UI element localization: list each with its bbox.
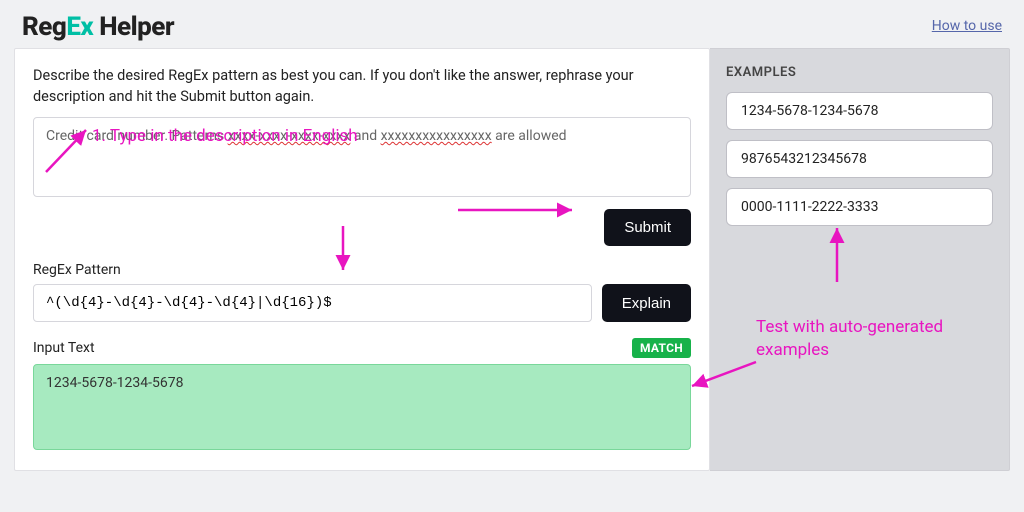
desc-prefix: Credit card number. Patterns bbox=[46, 128, 228, 144]
logo-ex: Ex bbox=[66, 12, 93, 42]
submit-button[interactable]: Submit bbox=[604, 209, 691, 246]
pattern-label: RegEx Pattern bbox=[33, 262, 691, 278]
description-input[interactable]: Credit card number. Patterns xxxx-xxxx-x… bbox=[33, 117, 691, 197]
input-text-area[interactable]: 1234-5678-1234-5678 bbox=[33, 364, 691, 450]
desc-suffix: are allowed bbox=[492, 128, 567, 144]
logo-helper: Helper bbox=[93, 12, 174, 42]
example-item[interactable]: 9876543212345678 bbox=[726, 140, 993, 178]
app-logo: RegEx Helper bbox=[22, 12, 174, 42]
explain-button[interactable]: Explain bbox=[602, 284, 691, 322]
desc-pattern2: xxxxxxxxxxxxxxxx bbox=[381, 128, 492, 144]
input-text-label: Input Text bbox=[33, 340, 95, 356]
desc-pattern1: xxxx-xxxx-xxxx-xxxx bbox=[228, 128, 351, 144]
examples-panel: EXAMPLES 1234-5678-1234-5678 98765432123… bbox=[710, 48, 1010, 471]
examples-heading: EXAMPLES bbox=[726, 65, 993, 80]
example-item[interactable]: 1234-5678-1234-5678 bbox=[726, 92, 993, 130]
desc-mid: and bbox=[350, 128, 380, 144]
instructions-text: Describe the desired RegEx pattern as be… bbox=[33, 65, 691, 107]
logo-reg: Reg bbox=[22, 12, 66, 42]
how-to-use-link[interactable]: How to use bbox=[932, 18, 1002, 34]
main-panel: Describe the desired RegEx pattern as be… bbox=[14, 48, 710, 471]
regex-pattern-input[interactable] bbox=[33, 284, 592, 322]
example-item[interactable]: 0000-1111-2222-3333 bbox=[726, 188, 993, 226]
match-badge: MATCH bbox=[632, 338, 691, 358]
